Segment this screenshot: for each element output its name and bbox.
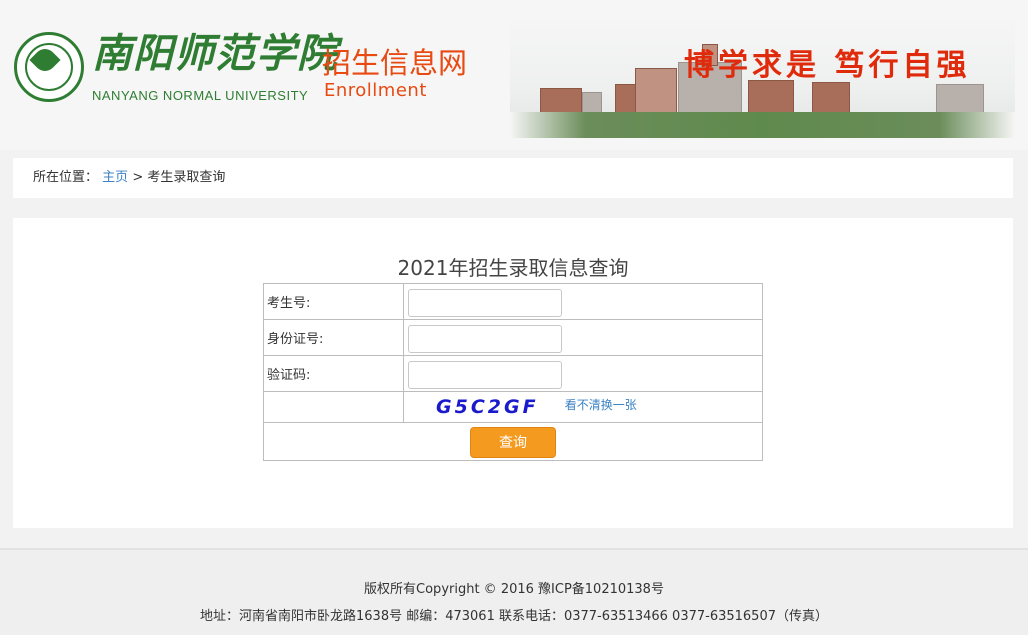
form-row-exam-number: 考生号: [263, 283, 763, 320]
query-form-table: 考生号: 身份证号: 验证码: G5C2GF 看不清换一张 查询 [263, 283, 763, 461]
exam-number-label: 考生号: [263, 283, 404, 320]
page-title: 2021年招生录取信息查询 [397, 256, 629, 280]
banner-lawn [510, 112, 1015, 138]
query-submit-button[interactable]: 查询 [470, 426, 556, 458]
footer-copyright: 版权所有Copyright © 2016 豫ICP备10210138号 [364, 582, 664, 597]
university-motto: 博学求是 笃行自强 [684, 48, 971, 83]
breadcrumb: 所在位置： 主页 > 考生录取查询 [13, 158, 1013, 198]
form-row-submit: 查询 [263, 422, 763, 461]
breadcrumb-separator: > [132, 170, 144, 185]
site-header: 南阳师范学院 NANYANG NORMAL UNIVERSITY 招生信息网 E… [0, 0, 1028, 150]
footer-address: 地址：河南省南阳市卧龙路1638号 邮编：473061 联系电话：0377-63… [200, 609, 828, 624]
exam-number-input[interactable] [408, 289, 562, 317]
captcha-label: 验证码: [263, 355, 404, 392]
refresh-captcha-link[interactable]: 看不清换一张 [565, 398, 637, 412]
form-row-id-number: 身份证号: [263, 319, 763, 356]
query-panel: 2021年招生录取信息查询 考生号: 身份证号: 验证码: G5C2GF 看不清… [13, 218, 1013, 528]
id-number-input[interactable] [408, 325, 562, 353]
breadcrumb-label: 所在位置： [33, 170, 99, 185]
captcha-input[interactable] [408, 361, 562, 389]
university-name-en: NANYANG NORMAL UNIVERSITY [92, 88, 309, 103]
captcha-image[interactable]: G5C2GF [436, 396, 539, 418]
site-title-en: Enrollment [324, 80, 427, 101]
site-footer: 版权所有Copyright © 2016 豫ICP备10210138号 地址：河… [0, 548, 1028, 635]
breadcrumb-current: 考生录取查询 [147, 170, 226, 185]
university-name-cn[interactable]: 南阳师范学院 [92, 30, 338, 78]
id-number-label: 身份证号: [263, 319, 404, 356]
breadcrumb-home-link[interactable]: 主页 [102, 170, 128, 185]
university-logo-emblem[interactable] [14, 32, 84, 102]
form-row-captcha-image: G5C2GF 看不清换一张 [263, 391, 763, 423]
site-title-cn[interactable]: 招生信息网 [322, 40, 467, 82]
form-row-captcha: 验证码: [263, 355, 763, 392]
